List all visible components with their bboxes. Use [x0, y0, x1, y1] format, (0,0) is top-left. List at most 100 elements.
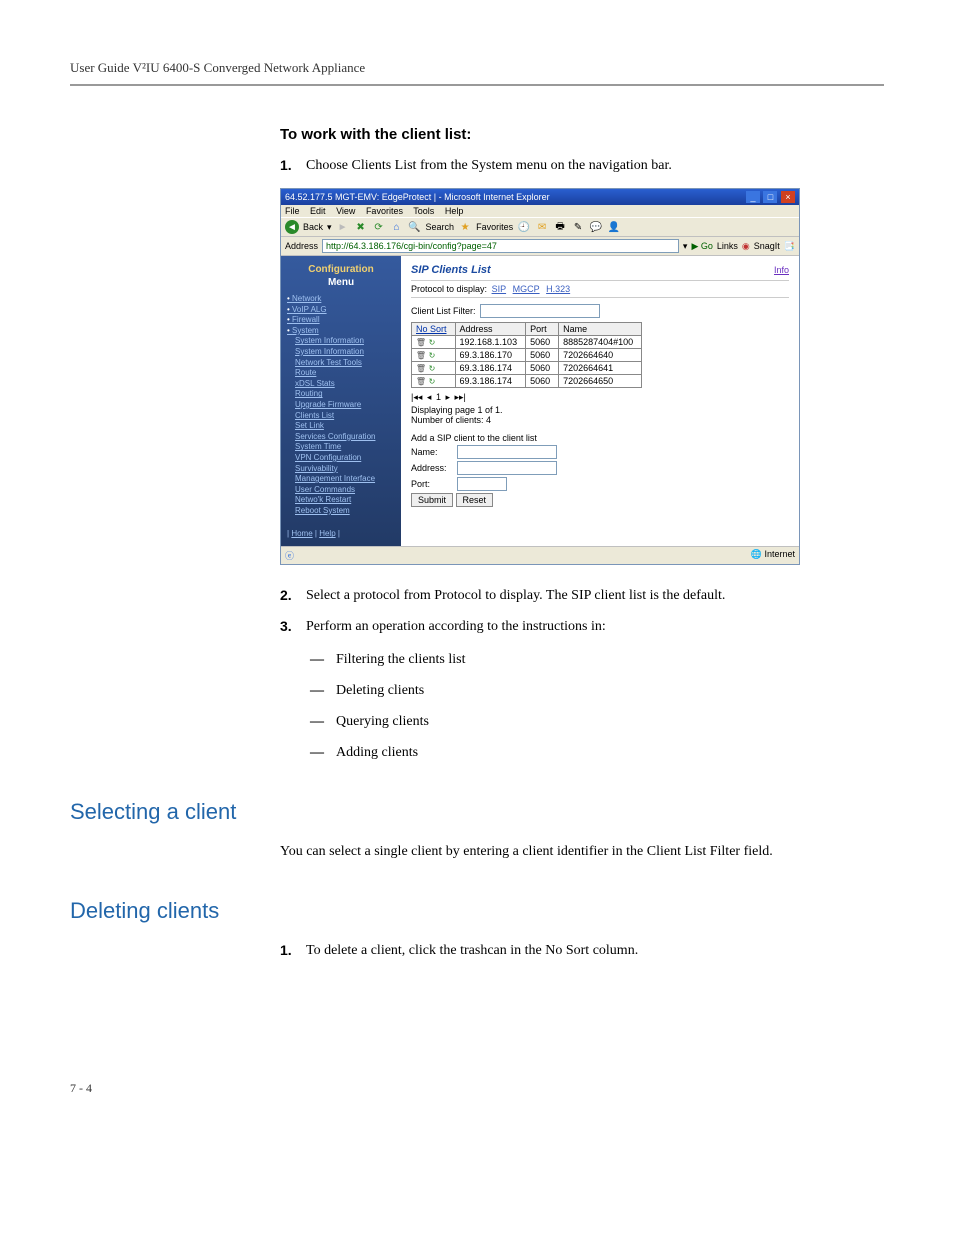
snagit-chevron-icon[interactable]: 📑 — [784, 241, 795, 252]
home-icon[interactable]: ⌂ — [390, 220, 404, 234]
heading-selecting-client: Selecting a client — [70, 799, 884, 825]
minimize-icon[interactable]: _ — [746, 191, 760, 203]
query-icon[interactable]: ↻ — [427, 376, 437, 386]
mail-icon[interactable]: ✉ — [535, 220, 549, 234]
menu-favorites[interactable]: Favorites — [366, 206, 403, 216]
back-label[interactable]: Back — [303, 222, 323, 232]
favorites-label[interactable]: Favorites — [476, 222, 513, 232]
print-icon[interactable]: 🖶 — [553, 220, 567, 234]
maximize-icon[interactable]: □ — [763, 191, 777, 203]
back-dropdown-icon[interactable]: ▾ — [327, 222, 332, 233]
add-address-input[interactable] — [457, 461, 557, 475]
reset-button[interactable]: Reset — [456, 493, 494, 507]
protocol-h323-link[interactable]: H.323 — [546, 284, 570, 294]
menu-edit[interactable]: Edit — [310, 206, 326, 216]
sidebar-item-mgmtif[interactable]: Management Interface — [287, 474, 395, 484]
snagit-label[interactable]: SnagIt — [754, 241, 780, 251]
step-1-number: 1. — [280, 155, 306, 176]
step-2-text: Select a protocol from Protocol to displ… — [306, 585, 725, 606]
menu-file[interactable]: File — [285, 206, 300, 216]
pager-first-icon[interactable]: |◂◂ — [411, 392, 422, 402]
pager-next-icon[interactable]: ▸ — [445, 392, 450, 402]
refresh-icon[interactable]: ⟳ — [372, 220, 386, 234]
info-link[interactable]: Info — [774, 265, 789, 275]
discuss-icon[interactable]: 💬 — [589, 220, 603, 234]
sidebar-item-system[interactable]: System — [287, 326, 395, 336]
step-2-number: 2. — [280, 585, 306, 606]
sidebar-home-link[interactable]: Home — [291, 529, 312, 538]
sidebar-item-survivability[interactable]: Survivability — [287, 464, 395, 474]
browser-toolbar: ◄ Back ▾ ► ✖ ⟳ ⌂ 🔍 Search ★ Favorites 🕘 … — [281, 217, 799, 237]
sidebar-item-systime[interactable]: System Time — [287, 442, 395, 452]
snagit-icon[interactable]: ◉ — [742, 241, 750, 252]
trash-icon[interactable]: 🗑 — [416, 350, 426, 360]
sidebar-item-systeminfo2[interactable]: System Information — [287, 347, 395, 357]
protocol-sip-link[interactable]: SIP — [492, 284, 507, 294]
address-dropdown-icon[interactable]: ▾ — [683, 241, 688, 252]
sidebar-item-reboot[interactable]: Reboot System — [287, 506, 395, 516]
sidebar-item-usercmd[interactable]: User Commands — [287, 485, 395, 495]
add-name-label: Name: — [411, 447, 457, 457]
col-nosort[interactable]: No Sort — [416, 324, 447, 334]
sidebar-item-xdslstats[interactable]: xDSL Stats — [287, 379, 395, 389]
add-client-header: Add a SIP client to the client list — [411, 433, 789, 443]
sidebar-help-link[interactable]: Help — [319, 529, 335, 538]
menu-help[interactable]: Help — [445, 206, 464, 216]
sidebar-title-config: Configuration — [287, 264, 395, 275]
trash-icon[interactable]: 🗑 — [416, 363, 426, 373]
cell-name: 7202664650 — [559, 375, 642, 388]
query-icon[interactable]: ↻ — [427, 350, 437, 360]
trash-icon[interactable]: 🗑 — [416, 376, 426, 386]
menu-tools[interactable]: Tools — [413, 206, 434, 216]
submit-button[interactable]: Submit — [411, 493, 453, 507]
sidebar-item-services[interactable]: Services Configuration — [287, 432, 395, 442]
forward-icon[interactable]: ► — [336, 220, 350, 234]
search-label[interactable]: Search — [426, 222, 455, 232]
protocol-mgcp-link[interactable]: MGCP — [513, 284, 540, 294]
table-header-row: No Sort Address Port Name — [412, 323, 642, 336]
config-sidebar: Configuration Menu Network VoIP ALG Fire… — [281, 256, 401, 546]
search-icon[interactable]: 🔍 — [408, 220, 422, 234]
trash-icon[interactable]: 🗑 — [416, 337, 426, 347]
add-port-input[interactable] — [457, 477, 507, 491]
address-field[interactable]: http://64.3.186.176/cgi-bin/config?page=… — [322, 239, 679, 253]
sidebar-item-nettest[interactable]: Network Test Tools — [287, 358, 395, 368]
favorites-icon[interactable]: ★ — [458, 220, 472, 234]
sidebar-item-netrestart[interactable]: Netwo'k Restart — [287, 495, 395, 505]
sidebar-item-vpncfg[interactable]: VPN Configuration — [287, 453, 395, 463]
close-icon[interactable]: × — [781, 191, 795, 203]
ie-icon: ⓔ — [285, 551, 294, 561]
links-label[interactable]: Links — [717, 241, 738, 251]
sidebar-item-firewall[interactable]: Firewall — [287, 315, 395, 325]
stop-icon[interactable]: ✖ — [354, 220, 368, 234]
back-icon[interactable]: ◄ — [285, 220, 299, 234]
sidebar-item-setlink[interactable]: Set Link — [287, 421, 395, 431]
sidebar-item-network[interactable]: Network — [287, 294, 395, 304]
sidebar-item-upgrade[interactable]: Upgrade Firmware — [287, 400, 395, 410]
sidebar-item-sysinfo[interactable]: System Information — [287, 336, 395, 346]
status-left: ⓔ — [285, 549, 294, 562]
cell-address: 69.3.186.174 — [455, 362, 526, 375]
go-button[interactable]: ▶ Go — [691, 241, 712, 252]
edit-icon[interactable]: ✎ — [571, 220, 585, 234]
step-3: 3. Perform an operation according to the… — [280, 616, 884, 637]
sidebar-item-voipalg[interactable]: VoIP ALG — [287, 305, 395, 315]
query-icon[interactable]: ↻ — [427, 363, 437, 373]
table-row: 🗑↻ 192.168.1.103 5060 8885287404#100 — [412, 336, 642, 349]
sidebar-item-clients[interactable]: Clients List — [287, 411, 395, 421]
delete-step-1-number: 1. — [280, 940, 306, 961]
pager-prev-icon[interactable]: ◂ — [427, 392, 432, 402]
messenger-icon[interactable]: 👤 — [607, 220, 621, 234]
menu-view[interactable]: View — [336, 206, 355, 216]
protocol-row: Protocol to display: SIP MGCP H.323 — [411, 280, 789, 298]
history-icon[interactable]: 🕘 — [517, 220, 531, 234]
cell-port: 5060 — [526, 375, 559, 388]
cell-port: 5060 — [526, 362, 559, 375]
query-icon[interactable]: ↻ — [427, 337, 437, 347]
step-1: 1. Choose Clients List from the System m… — [280, 155, 884, 176]
pager-last-icon[interactable]: ▸▸| — [455, 392, 466, 402]
sidebar-item-route[interactable]: Route — [287, 368, 395, 378]
filter-input[interactable] — [480, 304, 600, 318]
sidebar-item-routing[interactable]: Routing — [287, 389, 395, 399]
add-name-input[interactable] — [457, 445, 557, 459]
